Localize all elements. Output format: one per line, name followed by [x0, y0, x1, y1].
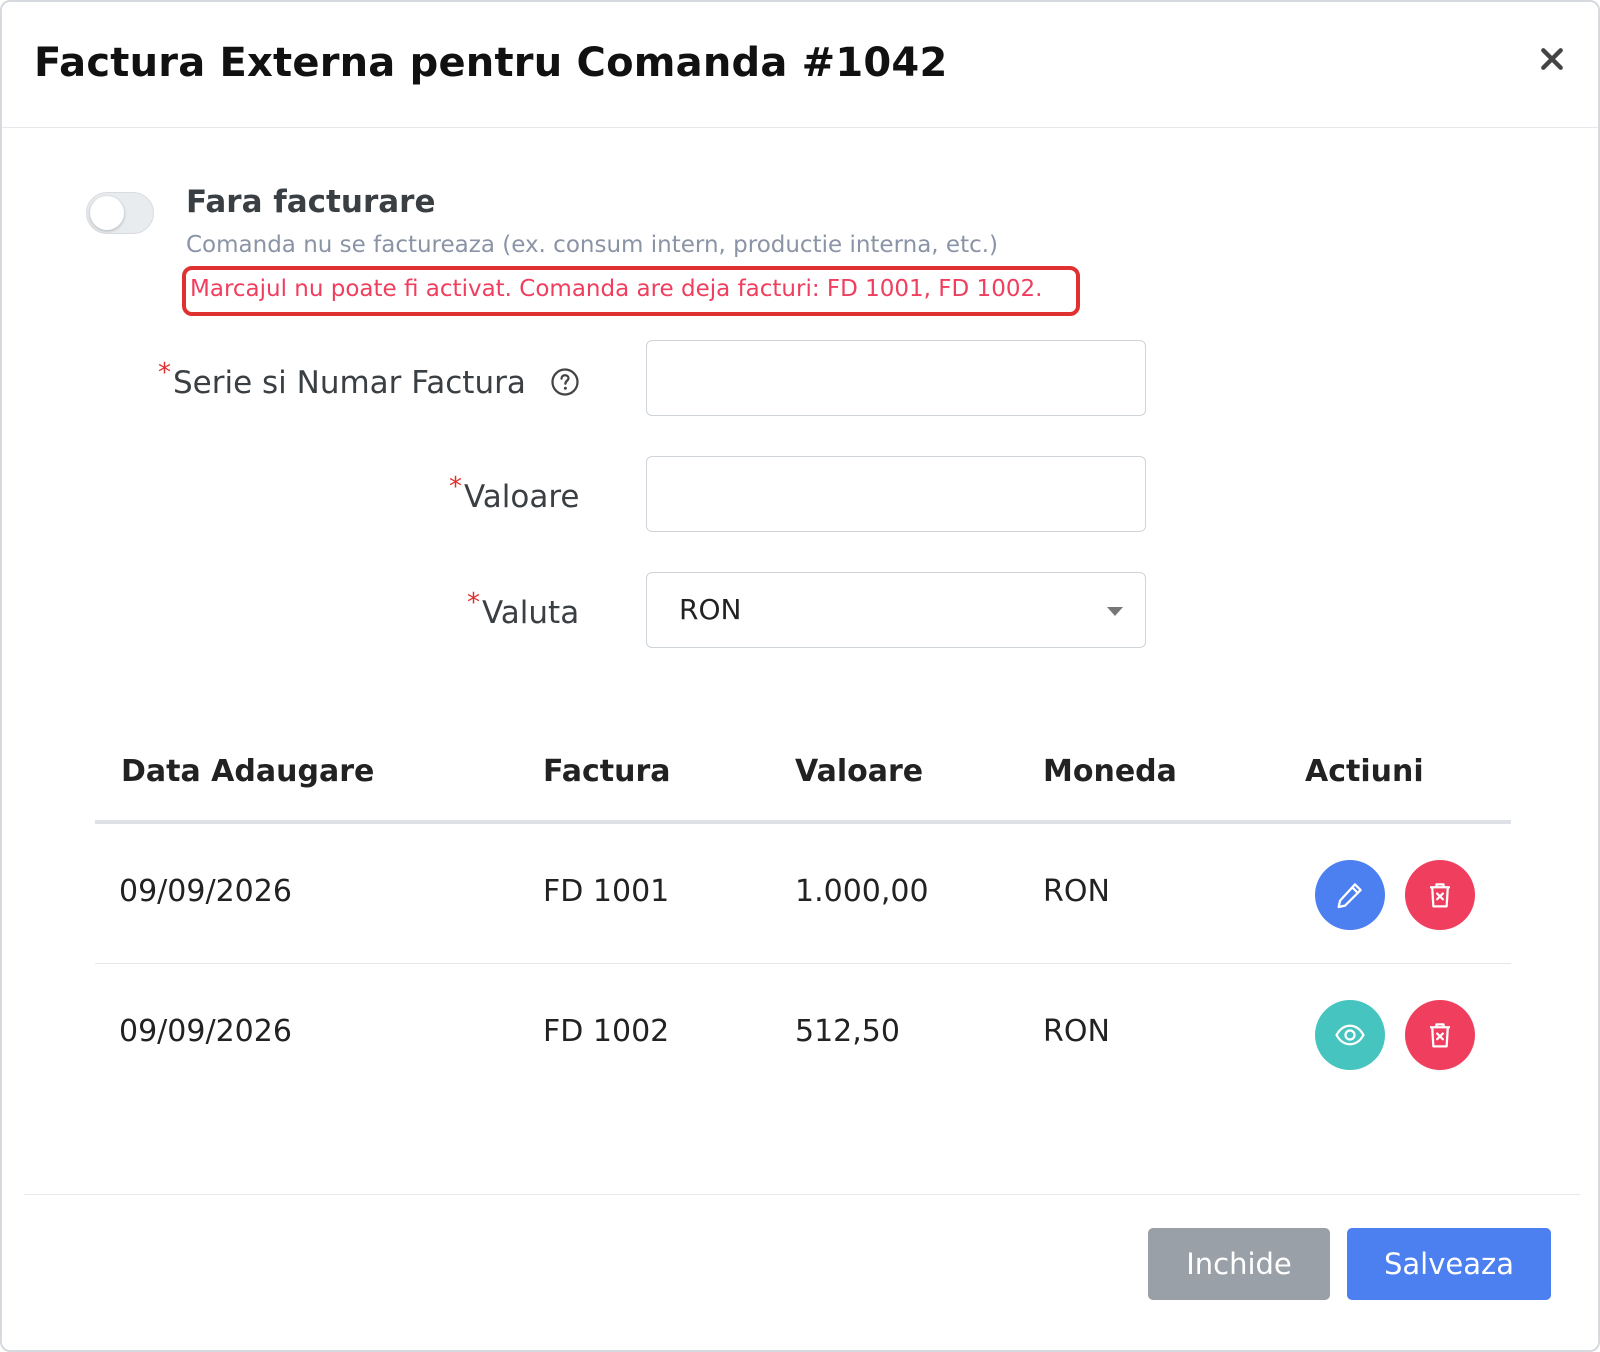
edit-invoice-button[interactable] [1315, 860, 1385, 930]
invoice-modal: Factura Externa pentru Comanda #1042 Far… [0, 0, 1600, 1352]
close-icon [1541, 47, 1563, 70]
invoice-number-label-text: Serie si Numar Factura [173, 365, 526, 401]
question-circle-icon[interactable] [550, 367, 580, 397]
column-header-invoice: Factura [543, 754, 671, 789]
value-label-text: Valoare [464, 479, 580, 515]
modal-title: Factura Externa pentru Comanda #1042 [34, 40, 948, 86]
no-invoicing-label: Fara facturare [186, 184, 436, 220]
required-mark: * [158, 358, 171, 388]
currency-select[interactable]: RON [646, 572, 1146, 648]
value-label: *Valoare [449, 472, 580, 515]
cell-date: 09/09/2026 [119, 874, 292, 909]
save-button[interactable]: Salveaza [1347, 1228, 1551, 1300]
cell-invoice: FD 1002 [543, 1014, 670, 1049]
currency-label: *Valuta [467, 588, 579, 631]
modal-header: Factura Externa pentru Comanda #1042 [2, 2, 1598, 128]
view-invoice-button[interactable] [1315, 1000, 1385, 1070]
no-invoicing-toggle[interactable] [86, 192, 154, 234]
cell-currency: RON [1043, 1014, 1110, 1049]
eye-icon [1335, 1024, 1365, 1046]
toggle-knob [90, 196, 124, 230]
required-mark: * [449, 472, 462, 502]
error-text: Marcajul nu poate fi activat. Comanda ar… [190, 276, 1043, 302]
caret-down-icon [1107, 607, 1123, 616]
table-row: 09/09/2026 FD 1002 512,50 RON [95, 964, 1511, 1104]
no-invoicing-help-text: Comanda nu se factureaza (ex. consum int… [186, 232, 999, 258]
no-invoicing-error-message: Marcajul nu poate fi activat. Comanda ar… [182, 266, 1080, 316]
invoice-number-label: *Serie si Numar Factura [158, 358, 580, 401]
column-header-currency: Moneda [1043, 754, 1177, 789]
column-header-value: Valoare [795, 754, 924, 789]
column-header-actions: Actiuni [1305, 754, 1424, 789]
trash-icon [1430, 1023, 1450, 1048]
value-input[interactable] [646, 456, 1146, 532]
footer-divider [24, 1194, 1580, 1195]
cell-value: 512,50 [795, 1014, 900, 1049]
close-button[interactable] [1532, 40, 1572, 80]
required-mark: * [467, 588, 480, 618]
currency-label-text: Valuta [482, 595, 580, 631]
delete-invoice-button[interactable] [1405, 1000, 1475, 1070]
table-row: 09/09/2026 FD 1001 1.000,00 RON [95, 824, 1511, 964]
trash-icon [1430, 883, 1450, 908]
edit-icon [1337, 883, 1362, 909]
close-modal-button[interactable]: Inchide [1148, 1228, 1330, 1300]
column-header-date: Data Adaugare [121, 754, 375, 789]
cell-value: 1.000,00 [795, 874, 929, 909]
invoice-number-input[interactable] [646, 340, 1146, 416]
cell-invoice: FD 1001 [543, 874, 670, 909]
cell-date: 09/09/2026 [119, 1014, 292, 1049]
cell-currency: RON [1043, 874, 1110, 909]
currency-selected-value: RON [679, 593, 742, 626]
delete-invoice-button[interactable] [1405, 860, 1475, 930]
